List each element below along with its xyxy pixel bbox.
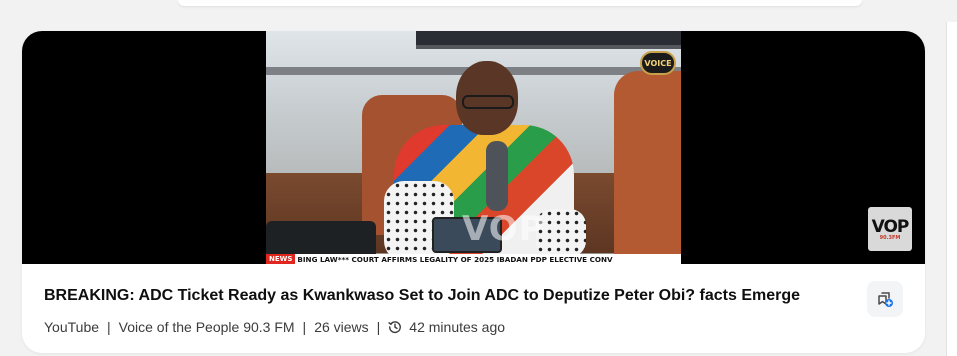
microphone [486, 141, 508, 211]
ticker-news-label: NEWS [266, 254, 296, 264]
video-result-card[interactable]: VOP 90.3FM VOICE NEWS BING LAW*** COURT … [22, 31, 925, 353]
studio-tv [416, 31, 681, 49]
channel-name[interactable]: Voice of the People 90.3 FM [119, 319, 295, 335]
separator: | [302, 319, 307, 335]
save-to-collection-button[interactable] [867, 281, 903, 317]
channel-bug-logo: VOICE [640, 51, 676, 75]
ticker-text: BING LAW*** COURT AFFIRMS LEGALITY OF 20… [297, 254, 613, 264]
top-search-bar-edge [178, 0, 862, 6]
corner-logo-sub: 90.3FM [879, 235, 901, 241]
channel-corner-logo: VOP 90.3FM [868, 207, 912, 251]
video-frame: VOP 90.3FM VOICE NEWS BING LAW*** COURT … [266, 31, 681, 264]
video-thumbnail[interactable]: VOP 90.3FM VOICE NEWS BING LAW*** COURT … [22, 31, 925, 264]
separator: | [376, 319, 381, 335]
source-label: YouTube [44, 319, 100, 335]
published-time: 42 minutes ago [409, 319, 506, 335]
view-count: 26 views [314, 319, 369, 335]
presenter-glasses [462, 95, 514, 109]
separator: | [107, 319, 111, 335]
video-title[interactable]: BREAKING: ADC Ticket Ready as Kwankwaso … [44, 287, 844, 305]
history-icon [388, 321, 402, 334]
right-panel-edge [946, 22, 957, 356]
news-ticker: NEWS BING LAW*** COURT AFFIRMS LEGALITY … [266, 254, 681, 264]
corner-logo-main: VOP [871, 217, 910, 237]
video-metadata: YouTube | Voice of the People 90.3 FM | … [44, 318, 505, 336]
save-to-collection-icon [878, 292, 893, 307]
